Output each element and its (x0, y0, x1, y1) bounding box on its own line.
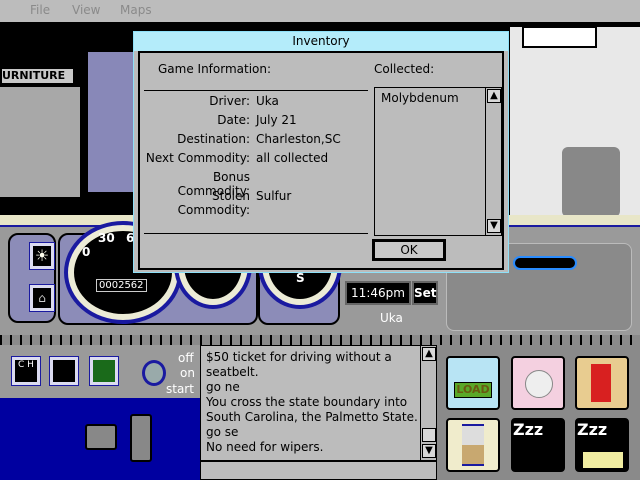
dash-rail (0, 335, 640, 345)
sleep-truck-button[interactable]: Zzz (511, 418, 565, 472)
gas-pedal[interactable] (130, 414, 152, 462)
store-sign: URNITURE (0, 67, 75, 85)
motel-icon (583, 452, 623, 468)
collected-list[interactable]: Molybdenum ▲ ▼ (374, 87, 502, 236)
dialog-title[interactable]: Inventory (134, 32, 508, 51)
sleep-zzz-icon: Zzz (513, 420, 544, 439)
message-line: No need for wipers. (206, 440, 324, 454)
divider (144, 90, 368, 91)
wait-button[interactable] (446, 418, 500, 472)
sleep-motel-button[interactable]: Zzz (575, 418, 629, 472)
menu-maps[interactable]: Maps (120, 3, 152, 17)
scroll-down-icon[interactable]: ▼ (422, 444, 436, 458)
clock: 11:46pm (345, 281, 411, 305)
gas-pump-icon (591, 364, 611, 402)
fuel-button[interactable] (575, 356, 629, 410)
driver-name: Uka (380, 311, 403, 325)
field-label: Driver: (209, 94, 250, 108)
divider (144, 233, 368, 234)
brake-pedal[interactable] (85, 424, 117, 450)
ignition-on[interactable]: on (180, 366, 195, 380)
message-line: South Carolina, the Palmetto State. (206, 410, 418, 424)
message-line: go ne (206, 380, 240, 394)
load-label: LOAD (454, 382, 492, 398)
field-label: Next Commodity: (145, 151, 250, 165)
scroll-thumb[interactable] (422, 428, 436, 442)
field-label: Stolen Commodity: (177, 189, 250, 217)
field-label: Date: (217, 113, 250, 127)
scroll-down-icon[interactable]: ▼ (487, 219, 501, 233)
station-sign (522, 26, 597, 48)
info-fields: Driver: Uka Date: July 21 Destination: Char… (140, 94, 370, 217)
pedals-area (0, 398, 200, 480)
message-log: $50 ticket for driving without a seatbel… (200, 345, 437, 461)
motel-zzz-icon: Zzz (577, 420, 608, 439)
actions-panel: LOAD Zzz Zzz (437, 345, 640, 480)
driver-value: Uka (256, 94, 279, 108)
battery-icon[interactable] (49, 356, 79, 386)
command-input[interactable] (200, 461, 437, 480)
storefront (0, 87, 80, 197)
ignition-start[interactable]: start (166, 382, 194, 396)
message-line: go se (206, 425, 239, 439)
dialog-body: Game Information: Collected: Driver: Uka … (138, 51, 504, 270)
collected-heading: Collected: (374, 62, 435, 76)
ignition-key[interactable] (142, 360, 166, 386)
game-info-heading: Game Information: (158, 62, 272, 76)
set-clock-button[interactable]: Set (412, 281, 438, 305)
message-line: You cross the state boundary into (206, 395, 408, 409)
menu-bar: File View Maps (0, 0, 640, 22)
collected-item[interactable]: Molybdenum (381, 91, 459, 105)
temperature-gauge-icon[interactable]: C H (11, 356, 41, 386)
date-value: July 21 (256, 113, 297, 127)
inventory-dialog: Inventory Game Information: Collected: D… (133, 31, 509, 273)
lock-icon[interactable] (89, 356, 119, 386)
ignition-off[interactable]: off (178, 351, 194, 365)
speed-tick: 30 (98, 231, 115, 245)
next-commodity-value: all collected (256, 151, 329, 165)
load-button[interactable]: LOAD (446, 356, 500, 410)
stolen-commodity-value: Sulfur (256, 189, 292, 203)
message-line: seatbelt. (206, 365, 259, 379)
building (88, 52, 133, 192)
menu-view[interactable]: View (72, 3, 100, 17)
speed-tick: 0 (82, 245, 91, 259)
message-line: $50 ticket for driving without a (206, 350, 392, 364)
ok-button[interactable]: OK (372, 239, 446, 261)
scroll-up-icon[interactable]: ▲ (422, 347, 436, 361)
destination-value: Charleston,SC (256, 132, 341, 146)
lights-panel: ☀ ⌂ (8, 233, 56, 323)
scroll-up-icon[interactable]: ▲ (487, 89, 501, 103)
plate-icon (525, 370, 553, 398)
ok-label: OK (375, 242, 443, 258)
field-label: Destination: (177, 132, 250, 146)
controls-panel: C H off on start (0, 345, 200, 398)
collected-scrollbar[interactable]: ▲ ▼ (485, 88, 501, 235)
hourglass-icon (462, 424, 484, 466)
trash-can (562, 147, 620, 217)
eat-button[interactable] (511, 356, 565, 410)
message-scrollbar[interactable]: ▲ ▼ (420, 346, 436, 460)
radio-slot[interactable] (513, 256, 577, 270)
menu-file[interactable]: File (30, 3, 50, 17)
headlight-icon[interactable]: ☀ (29, 242, 55, 270)
compass-s: S (296, 271, 305, 285)
wiper-icon[interactable]: ⌂ (29, 284, 55, 312)
odometer: 0002562 (96, 279, 147, 292)
